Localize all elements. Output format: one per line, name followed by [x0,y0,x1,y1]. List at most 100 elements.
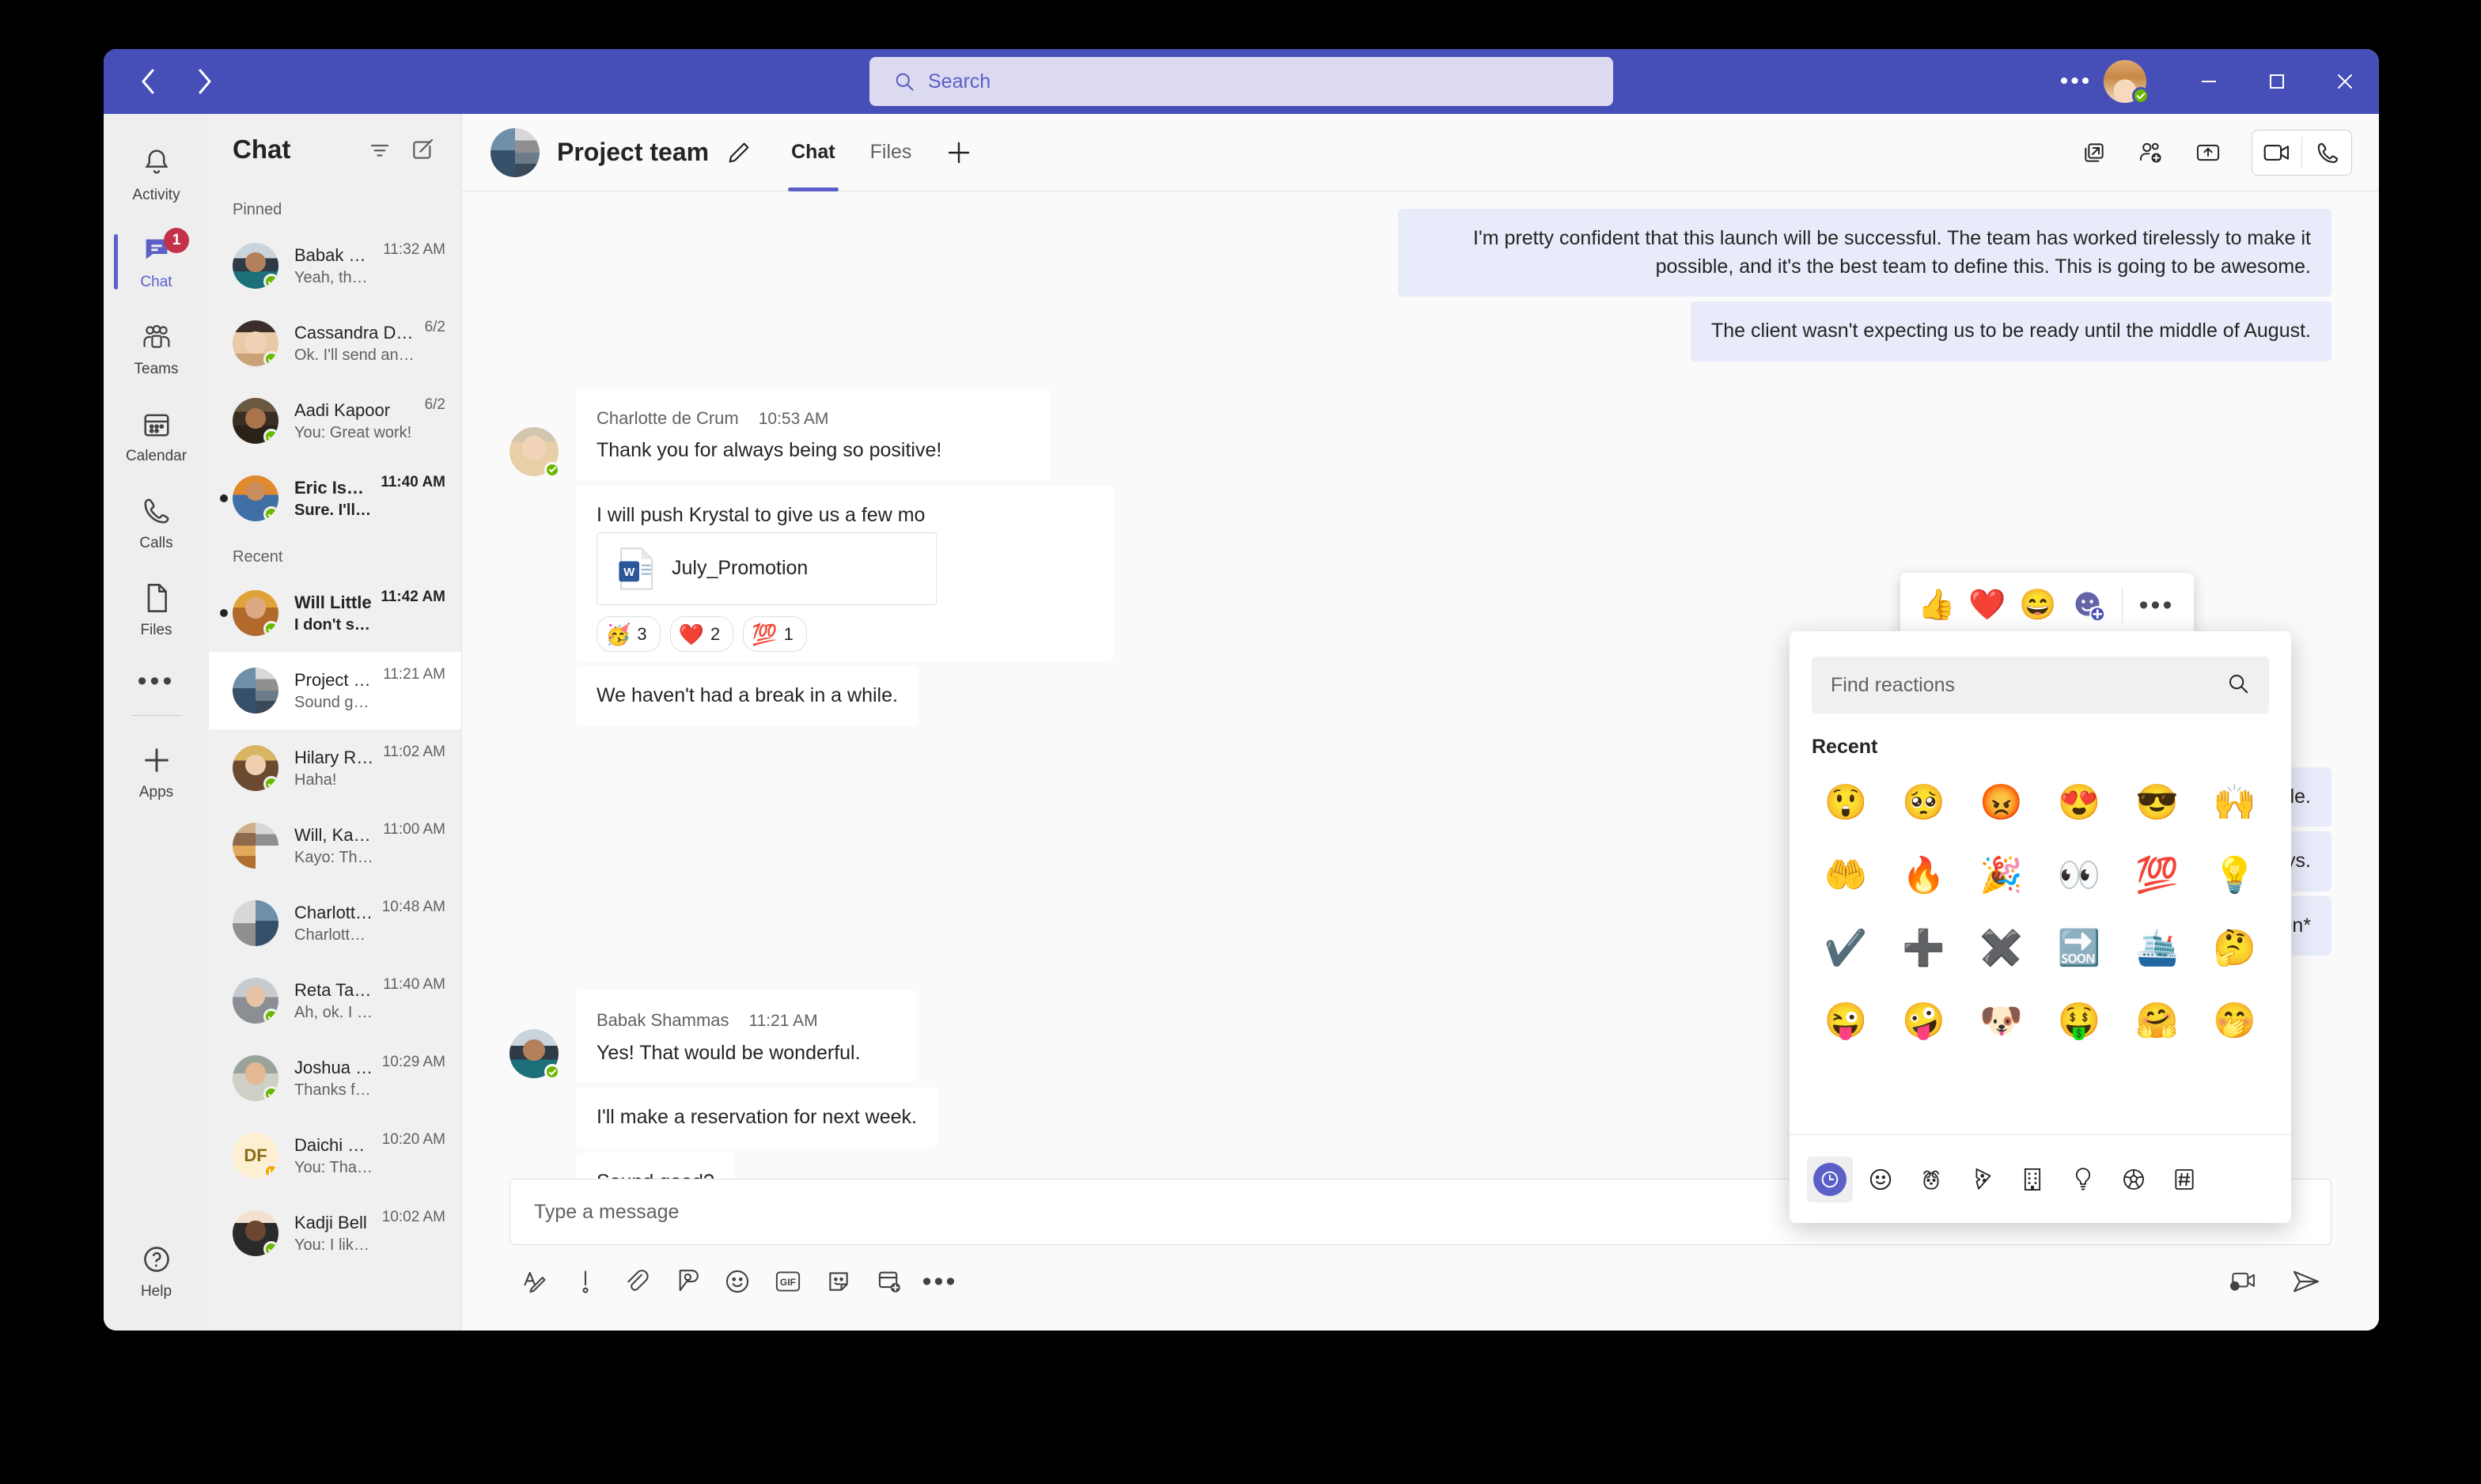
popout-chat-button[interactable] [2074,133,2114,172]
list-item[interactable]: Hilary Reyes Haha! 11:02 AM [209,729,461,807]
emoji-angry[interactable]: 😡 [1963,767,2040,839]
emoji-button[interactable] [712,1256,763,1307]
emoji-winking-tongue[interactable]: 😜 [1807,985,1884,1058]
emoji-money-mouth[interactable]: 🤑 [2040,985,2118,1058]
emoji-search-container[interactable] [1812,657,2269,714]
edit-chat-name-button[interactable] [722,135,756,170]
list-item[interactable]: Kadji Bell You: I like the idea. Let's p… [209,1194,461,1272]
message-more-actions-button[interactable]: ••• [2131,581,2183,630]
attach-file-button[interactable] [611,1256,661,1307]
video-message-icon [2230,1272,2255,1291]
emoji-pleading[interactable]: 🥺 [1884,767,1962,839]
video-message-button[interactable] [2218,1256,2268,1307]
emoji-hugging-face[interactable]: 🤗 [2118,985,2195,1058]
list-item[interactable]: Babak Shammas Yeah, that sounds great! 1… [209,227,461,305]
send-button[interactable] [2281,1256,2331,1307]
search-input[interactable]: Search [869,57,1613,106]
thumbs-up-reaction-button[interactable]: 👍 [1911,581,1962,630]
reaction-chip[interactable]: 💯 1 [743,616,807,653]
emoji-hand-over-mouth[interactable]: 🤭 [2196,985,2274,1058]
reaction-toolbar-divider [2122,587,2123,623]
tab-files[interactable]: Files [853,114,930,191]
emoji-plus[interactable]: ➕ [1884,912,1962,985]
video-call-button[interactable] [2252,131,2301,175]
emoji-search-input[interactable] [1831,673,2226,697]
emoji-thinking-face[interactable]: 🤔 [2196,912,2274,985]
emoji-cross-mark[interactable]: ✖️ [1963,912,2040,985]
list-item[interactable]: Eric Ishida Sure. I'll set up something … [209,460,461,537]
emoji-tab-activities[interactable] [2111,1157,2157,1202]
audio-call-button[interactable] [2302,131,2351,175]
new-chat-button[interactable] [404,131,441,168]
sidebar-more-apps-button[interactable]: ••• [104,653,209,709]
maximize-button[interactable] [2243,49,2311,114]
heart-reaction-button[interactable]: ❤️ [1962,581,2013,630]
list-item[interactable]: Charlotte and Babak Charlotte: The clien… [209,884,461,962]
emoji-tab-objects[interactable] [2060,1157,2106,1202]
emoji-sunglasses[interactable]: 😎 [2118,767,2195,839]
list-item[interactable]: Joshua VanBuren Thanks for reviewing! 10… [209,1039,461,1117]
add-reaction-button[interactable] [2063,581,2114,630]
list-item[interactable]: Reta Taylor Ah, ok. I understand now. 11… [209,962,461,1039]
list-item[interactable]: Aadi Kapoor You: Great work! 6/2 [209,382,461,460]
tab-chat[interactable]: Chat [774,114,853,191]
sidebar-item-chat[interactable]: 1 Chat [104,218,209,305]
add-tab-button[interactable] [937,131,981,175]
close-button[interactable] [2311,49,2379,114]
forward-button[interactable] [187,64,222,99]
emoji-tab-travel[interactable] [2009,1157,2055,1202]
emoji-soon-arrow[interactable]: 🔜 [2040,912,2118,985]
emoji-zany-face[interactable]: 🤪 [1884,985,1962,1058]
emoji-heart-eyes[interactable]: 😍 [2040,767,2118,839]
emoji-ship[interactable]: 🛳️ [2118,912,2195,985]
list-item[interactable]: DF Daichi Fukuda You: Thank you!! 10:20 … [209,1117,461,1194]
minimize-button[interactable] [2175,49,2243,114]
composer-more-button[interactable]: ••• [915,1256,965,1307]
emoji-eyes[interactable]: 👀 [2040,839,2118,912]
schedule-meeting-button[interactable] [864,1256,915,1307]
emoji-dog-face[interactable]: 🐶 [1963,985,2040,1058]
loop-component-button[interactable] [661,1256,712,1307]
list-item-preview: Sound good? [294,693,375,711]
file-attachment-card[interactable]: W July_Promotion [597,532,937,605]
emoji-tab-animals[interactable] [1908,1157,1954,1202]
emoji-astonished[interactable]: 😲 [1807,767,1884,839]
sidebar-item-activity[interactable]: Activity [104,131,209,218]
list-item[interactable]: Will Little I don't see that being an is… [209,574,461,652]
emoji-tab-smileys[interactable] [1858,1157,1903,1202]
chat-list-scroll[interactable]: Pinned Babak Shammas Yeah, that sounds g… [209,185,461,1331]
reaction-chip[interactable]: ❤️ 2 [669,616,734,653]
avatar[interactable] [2104,60,2150,104]
emoji-party-popper[interactable]: 🎉 [1963,839,2040,912]
share-to-teams-button[interactable] [2188,133,2228,172]
list-item[interactable]: Will, Kayo, Eric, +5 Kayo: The review we… [209,807,461,884]
emoji-hundred-points[interactable]: 💯 [2118,839,2195,912]
sidebar-item-calendar[interactable]: Calendar [104,392,209,479]
filter-button[interactable] [362,131,398,168]
reaction-chip[interactable]: 🥳 3 [597,616,661,653]
sidebar-item-teams[interactable]: Teams [104,305,209,392]
emoji-fire[interactable]: 🔥 [1884,839,1962,912]
add-people-button[interactable] [2131,133,2171,172]
list-item[interactable]: Cassandra Dunn Ok. I'll send an update l… [209,305,461,382]
emoji-raising-hands[interactable]: 🙌 [2196,767,2274,839]
chat-list-header: Chat [209,114,461,185]
emoji-light-bulb[interactable]: 💡 [2196,839,2274,912]
emoji-tab-recent[interactable] [1807,1156,1853,1202]
sidebar-item-calls[interactable]: Calls [104,479,209,566]
list-item[interactable]: Project team Sound good? 11:21 AM [209,652,461,729]
mark-important-button[interactable] [560,1256,611,1307]
emoji-tab-symbols[interactable] [2161,1157,2207,1202]
sidebar-item-apps[interactable]: Apps [104,729,209,816]
giphy-button[interactable]: GIF [763,1256,813,1307]
settings-more-button[interactable]: ••• [2055,60,2097,103]
sidebar-item-help[interactable]: Help [104,1228,209,1315]
sidebar-item-files[interactable]: Files [104,566,209,653]
sticker-button[interactable] [813,1256,864,1307]
emoji-palms-up[interactable]: 🤲 [1807,839,1884,912]
emoji-tab-food[interactable] [1959,1157,2005,1202]
emoji-check-mark[interactable]: ✔️ [1807,912,1884,985]
back-button[interactable] [131,64,165,99]
format-button[interactable] [509,1256,560,1307]
laugh-reaction-button[interactable]: 😄 [2013,581,2063,630]
